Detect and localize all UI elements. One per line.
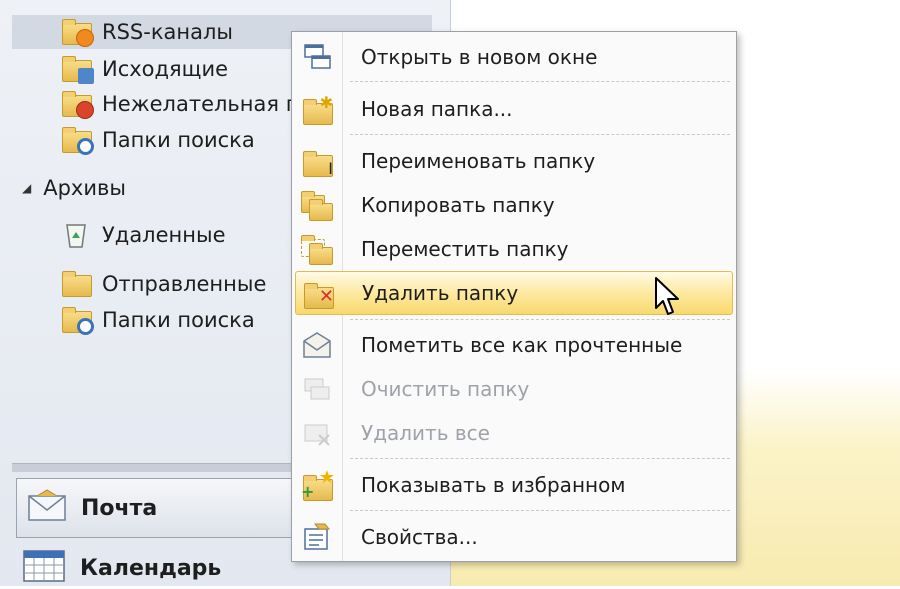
clean-up-folder-icon xyxy=(301,373,333,405)
menu-item-clean-up-folder[interactable]: Очистить папку xyxy=(292,368,736,410)
menu-item-rename-folder[interactable]: I Переименовать папку xyxy=(292,140,736,182)
menu-item-label: Новая папка... xyxy=(361,97,513,121)
sent-folder-icon xyxy=(60,269,92,299)
copy-folder-icon xyxy=(301,189,333,221)
menu-item-delete-all[interactable]: Удалить все xyxy=(292,412,736,454)
menu-item-label: Удалить все xyxy=(361,421,490,445)
outbox-folder-icon xyxy=(60,54,94,84)
mouse-cursor-icon xyxy=(654,276,682,318)
menu-item-mark-all-read[interactable]: Пометить все как прочтенные xyxy=(292,324,736,366)
menu-item-label: Удалить папку xyxy=(362,281,519,305)
menu-item-label: Переместить папку xyxy=(361,237,569,261)
properties-icon xyxy=(301,521,333,553)
deleted-items-icon xyxy=(60,220,92,250)
menu-separator xyxy=(350,81,730,82)
archive-group-label: Архивы xyxy=(43,176,126,200)
menu-item-show-in-favorites[interactable]: ★ + Показывать в избранном xyxy=(292,464,736,506)
menu-item-label: Переименовать папку xyxy=(361,149,596,173)
favorites-star-icon: ★ + xyxy=(301,467,335,501)
collapse-triangle-icon[interactable]: ◢ xyxy=(22,181,31,195)
menu-separator xyxy=(350,458,730,459)
menu-item-label: Пометить все как прочтенные xyxy=(361,333,683,357)
search-folder-icon xyxy=(60,125,94,155)
junk-folder-icon xyxy=(60,89,94,119)
menu-item-label: Очистить папку xyxy=(361,377,530,401)
calendar-module-button[interactable]: Календарь xyxy=(22,548,221,588)
menu-item-new-folder[interactable]: ✱ Новая папка... xyxy=(292,88,736,130)
rename-folder-icon: I xyxy=(301,145,333,178)
folder-label: Отправленные xyxy=(102,272,267,296)
mail-module-label: Почта xyxy=(81,495,158,521)
mail-envelope-icon xyxy=(27,488,67,528)
menu-item-label: Показывать в избранном xyxy=(361,473,626,497)
menu-item-open-new-window[interactable]: Открыть в новом окне xyxy=(292,36,736,78)
menu-separator xyxy=(350,319,730,320)
menu-item-move-folder[interactable]: Переместить папку xyxy=(292,228,736,270)
delete-all-icon xyxy=(301,417,333,449)
calendar-module-label: Календарь xyxy=(80,555,222,581)
menu-separator xyxy=(350,510,730,511)
folder-label: Папки поиска xyxy=(102,128,255,152)
archive-group[interactable]: ◢ Архивы xyxy=(22,176,126,200)
calendar-icon xyxy=(22,547,66,589)
folder-label: RSS-каналы xyxy=(102,20,233,44)
menu-item-label: Открыть в новом окне xyxy=(361,45,598,69)
menu-separator xyxy=(350,134,730,135)
open-new-window-icon xyxy=(301,41,333,73)
delete-folder-icon: ✕ xyxy=(302,277,334,309)
new-folder-icon: ✱ xyxy=(301,93,333,125)
folder-label: Исходящие xyxy=(102,57,229,81)
move-folder-icon xyxy=(301,233,333,265)
search-folder-icon xyxy=(60,305,94,335)
folder-label: Нежелательная п xyxy=(102,92,300,116)
rss-folder-icon xyxy=(60,17,94,47)
folder-label: Папки поиска xyxy=(102,308,255,332)
folder-label: Удаленные xyxy=(102,223,226,247)
menu-item-copy-folder[interactable]: Копировать папку xyxy=(292,184,736,226)
menu-item-properties[interactable]: Свойства... xyxy=(292,516,736,558)
menu-item-label: Свойства... xyxy=(361,525,478,549)
menu-item-label: Копировать папку xyxy=(361,193,555,217)
mark-all-read-icon xyxy=(301,329,333,361)
